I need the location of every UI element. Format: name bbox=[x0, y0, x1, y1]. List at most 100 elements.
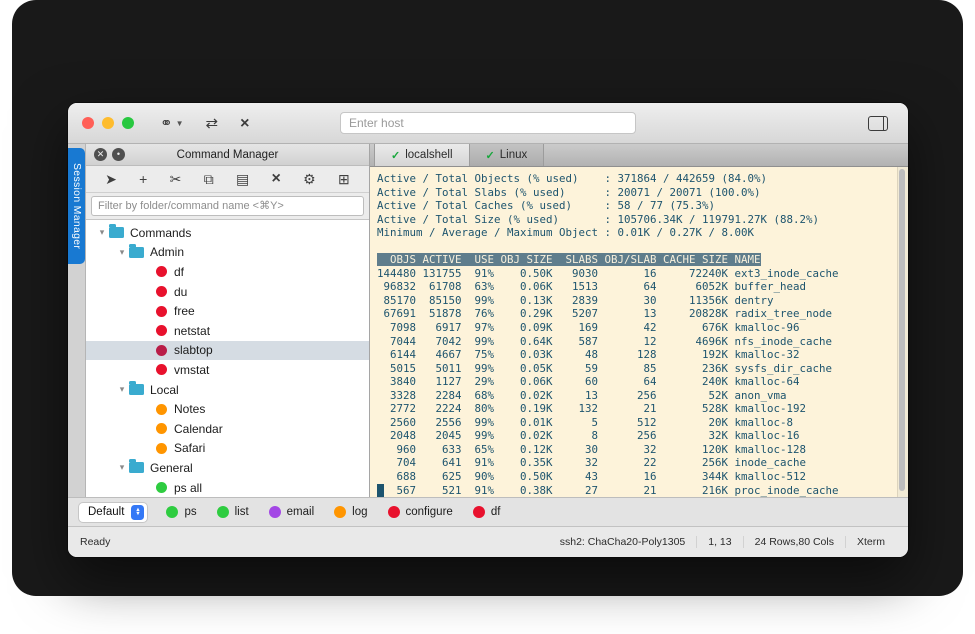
tree-item-general[interactable]: ▾General bbox=[86, 458, 369, 478]
tree-item-label: netstat bbox=[174, 324, 210, 338]
tree-item-label: Notes bbox=[174, 402, 205, 416]
tree-item-label: vmstat bbox=[174, 363, 209, 377]
chevron-down-icon: ▼ bbox=[176, 119, 184, 128]
cut-icon[interactable]: ✂ bbox=[170, 172, 182, 186]
pin-panel-icon[interactable]: • bbox=[112, 148, 125, 161]
zoom-window-button[interactable] bbox=[122, 117, 134, 129]
folder-icon bbox=[129, 384, 144, 395]
tree-item-df[interactable]: df bbox=[86, 262, 369, 282]
disclosure-triangle[interactable]: ▾ bbox=[116, 384, 128, 395]
command-button-list[interactable]: list bbox=[217, 506, 249, 518]
command-button-dot bbox=[473, 506, 485, 518]
command-manager-header: ✕ • Command Manager bbox=[86, 144, 369, 166]
dropdown-stepper-icon: ▲▼ bbox=[131, 505, 144, 520]
status-emulation: Xterm bbox=[845, 536, 896, 548]
tree-item-vmstat[interactable]: vmstat bbox=[86, 360, 369, 380]
app-window: ⚭ ▼ ⇄ × Session Manager ✕ • Command Mana… bbox=[68, 103, 908, 557]
command-button-label: df bbox=[491, 506, 501, 518]
monitor-bezel: ⚭ ▼ ⇄ × Session Manager ✕ • Command Mana… bbox=[12, 0, 963, 596]
delete-icon[interactable]: × bbox=[272, 172, 281, 186]
folder-icon bbox=[129, 247, 144, 258]
tree-item-ps-all[interactable]: ps all bbox=[86, 478, 369, 497]
command-button-label: configure bbox=[406, 506, 453, 518]
paste-icon[interactable]: ▤ bbox=[236, 172, 249, 186]
send-icon[interactable]: ➤ bbox=[105, 172, 117, 186]
disclosure-triangle[interactable]: ▾ bbox=[116, 247, 128, 258]
panel-toggle-icon[interactable] bbox=[868, 116, 888, 131]
status-right-fields: ssh2: ChaCha20-Poly1305 1, 13 24 Rows,80… bbox=[549, 536, 896, 548]
reconnect-icon[interactable]: ⇄ bbox=[206, 116, 219, 131]
disclosure-triangle[interactable]: ▾ bbox=[96, 227, 108, 238]
titlebar: ⚭ ▼ ⇄ × bbox=[68, 103, 908, 144]
tree-item-commands[interactable]: ▾ Commands bbox=[86, 223, 369, 243]
status-ready: Ready bbox=[80, 536, 549, 548]
command-button-label: list bbox=[235, 506, 249, 518]
terminal-output[interactable]: Active / Total Objects (% used) : 371864… bbox=[370, 167, 908, 497]
tree-item-calendar[interactable]: Calendar bbox=[86, 419, 369, 439]
scrollbar-thumb[interactable] bbox=[899, 169, 905, 491]
tree-item-free[interactable]: free bbox=[86, 301, 369, 321]
traffic-lights bbox=[82, 117, 134, 129]
command-button-label: log bbox=[352, 506, 367, 518]
tree-item-label: df bbox=[174, 265, 184, 279]
status-cipher: ssh2: ChaCha20-Poly1305 bbox=[549, 536, 697, 548]
command-tree: ▾Commands▾Admindfdufreenetstatslabtopvms… bbox=[86, 220, 369, 497]
tree-item-label: Commands bbox=[130, 226, 191, 240]
command-button-email[interactable]: email bbox=[269, 506, 314, 518]
main-area: Session Manager ✕ • Command Manager ➤ + ✂ ⧉… bbox=[68, 144, 908, 497]
disconnect-icon[interactable]: × bbox=[240, 116, 249, 131]
profile-dropdown-value: Default bbox=[88, 506, 124, 518]
status-cursor-position: 1, 13 bbox=[696, 536, 742, 548]
tree-item-label: slabtop bbox=[174, 343, 213, 357]
command-button-label: email bbox=[287, 506, 314, 518]
disclosure-triangle[interactable]: ▾ bbox=[116, 462, 128, 473]
session-manager-tab[interactable]: Session Manager bbox=[68, 148, 85, 264]
titlebar-toolbar: ⚭ ▼ ⇄ × bbox=[160, 116, 249, 131]
command-toolbar: ➤ + ✂ ⧉ ▤ × ⚙ ⊞ bbox=[86, 166, 369, 193]
tree-item-local[interactable]: ▾ Local bbox=[86, 380, 369, 400]
command-button-df[interactable]: df bbox=[473, 506, 501, 518]
terminal-scrollbar[interactable] bbox=[897, 167, 908, 497]
add-icon[interactable]: + bbox=[139, 172, 147, 186]
tree-item-label: Local bbox=[150, 383, 179, 397]
settings-icon[interactable]: ⚙ bbox=[303, 172, 316, 186]
enter-host-input[interactable] bbox=[340, 112, 636, 134]
tree-item-label: Safari bbox=[174, 441, 205, 455]
tree-item-netstat[interactable]: netstat bbox=[86, 321, 369, 341]
command-button-dot bbox=[269, 506, 281, 518]
session-tab-Linux[interactable]: ✓Linux bbox=[470, 144, 545, 166]
tree-item-label: du bbox=[174, 285, 187, 299]
command-dot bbox=[156, 345, 167, 356]
command-button-configure[interactable]: configure bbox=[388, 506, 453, 518]
chain-link-icon: ⚭ bbox=[160, 116, 173, 131]
command-dot bbox=[156, 423, 167, 434]
session-tab-localshell[interactable]: ✓localshell bbox=[374, 144, 470, 166]
tree-item-label: free bbox=[174, 304, 195, 318]
command-dot bbox=[156, 306, 167, 317]
command-dot bbox=[156, 286, 167, 297]
copy-icon[interactable]: ⧉ bbox=[204, 172, 214, 186]
terminal[interactable]: Active / Total Objects (% used) : 371864… bbox=[370, 167, 908, 497]
folder-icon bbox=[129, 462, 144, 473]
tree-item-notes[interactable]: Notes bbox=[86, 399, 369, 419]
command-button-ps[interactable]: ps bbox=[166, 506, 196, 518]
command-dot bbox=[156, 364, 167, 375]
quick-connect-button[interactable]: ⚭ ▼ bbox=[160, 116, 184, 131]
button-bar-buttons: ps list email log configure df bbox=[166, 506, 500, 518]
command-button-log[interactable]: log bbox=[334, 506, 367, 518]
tree-item-du[interactable]: du bbox=[86, 282, 369, 302]
minimize-window-button[interactable] bbox=[102, 117, 114, 129]
command-dot bbox=[156, 443, 167, 454]
command-dot bbox=[156, 482, 167, 493]
new-folder-icon[interactable]: ⊞ bbox=[338, 172, 350, 186]
tree-item-safari[interactable]: Safari bbox=[86, 439, 369, 459]
close-window-button[interactable] bbox=[82, 117, 94, 129]
tree-item-slabtop[interactable]: slabtop bbox=[86, 341, 369, 361]
close-panel-icon[interactable]: ✕ bbox=[94, 148, 107, 161]
button-bar-profile-dropdown[interactable]: Default ▲▼ bbox=[78, 502, 148, 523]
tree-item-label: Admin bbox=[150, 245, 184, 259]
session-tab-bar: ✓localshell✓Linux bbox=[370, 144, 908, 167]
tree-item-admin[interactable]: ▾ Admin bbox=[86, 243, 369, 263]
command-button-label: ps bbox=[184, 506, 196, 518]
filter-input[interactable] bbox=[91, 196, 364, 216]
